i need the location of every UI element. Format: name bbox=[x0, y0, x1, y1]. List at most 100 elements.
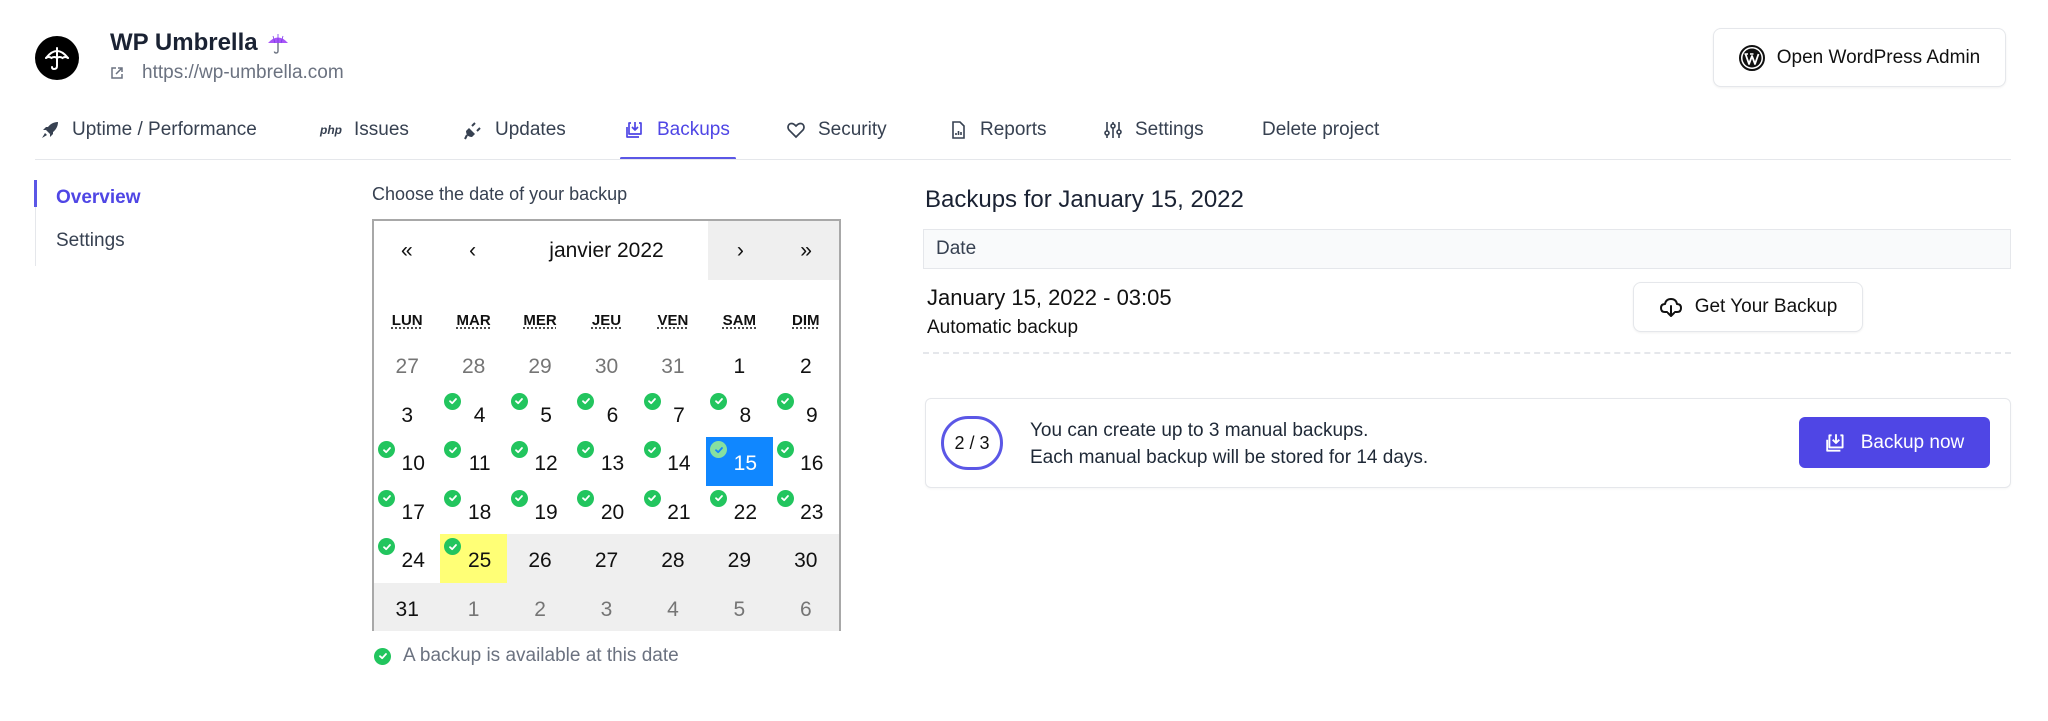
column-header-date: Date bbox=[936, 238, 977, 259]
calendar-day[interactable]: 11 bbox=[440, 437, 506, 486]
check-circle-icon bbox=[776, 441, 794, 458]
calendar-day[interactable]: 16 bbox=[773, 437, 839, 486]
calendar-day[interactable]: 28 bbox=[639, 534, 707, 583]
check-circle-icon bbox=[444, 441, 462, 458]
calendar-day-number: 27 bbox=[395, 355, 419, 379]
sidebar-item-settings[interactable]: Settings bbox=[36, 223, 235, 266]
tab-backups[interactable]: Backups bbox=[620, 100, 736, 160]
calendar-day[interactable]: 24 bbox=[374, 534, 440, 583]
calendar-day[interactable]: 3 bbox=[374, 389, 440, 438]
calendar-day[interactable]: 20 bbox=[573, 486, 639, 535]
calendar-day[interactable]: 7 bbox=[640, 389, 706, 438]
calendar-day-number: 26 bbox=[528, 549, 552, 573]
calendar-day-number: 1 bbox=[467, 597, 480, 621]
next-month-button[interactable]: › bbox=[707, 221, 774, 280]
plug-icon bbox=[464, 121, 481, 139]
calendar-day-number: 23 bbox=[800, 500, 824, 524]
calendar-day[interactable]: 29 bbox=[507, 340, 573, 389]
calendar-day[interactable]: 12 bbox=[507, 437, 573, 486]
calendar-day-number: 2 bbox=[534, 597, 546, 621]
calendar-day[interactable]: 26 bbox=[506, 534, 574, 583]
calendar-day[interactable]: 3 bbox=[573, 582, 640, 631]
backup-type: Automatic backup bbox=[927, 317, 1079, 338]
tab-security[interactable]: Security bbox=[786, 100, 887, 159]
calendar-day-selected[interactable]: 15 bbox=[706, 437, 773, 486]
calendar-day[interactable]: 14 bbox=[640, 437, 706, 486]
calendar-day-number: 28 bbox=[661, 549, 685, 573]
calendar-day-number: 15 bbox=[733, 452, 758, 476]
previous-month-button[interactable]: ‹ bbox=[440, 221, 506, 280]
backup-icon bbox=[1825, 433, 1844, 452]
get-your-backup-button[interactable]: Get Your Backup bbox=[1633, 282, 1863, 332]
calendar-day[interactable]: 31 bbox=[374, 582, 441, 631]
calendar-day[interactable]: 4 bbox=[639, 582, 707, 631]
calendar-day[interactable]: 28 bbox=[440, 340, 506, 389]
calendar-day[interactable]: 18 bbox=[440, 486, 506, 535]
manual-backup-card: 2 / 3 You can create up to 3 manual back… bbox=[925, 398, 2011, 488]
rocket-icon bbox=[42, 121, 58, 138]
calendar-day-number: 16 bbox=[800, 452, 824, 476]
tab-reports[interactable]: Reports bbox=[948, 100, 1047, 159]
calendar-day[interactable]: 5 bbox=[507, 389, 573, 438]
check-circle-icon bbox=[510, 441, 528, 458]
month-label[interactable]: janvier 2022 bbox=[505, 221, 707, 280]
calendar-day-number: 14 bbox=[667, 452, 691, 476]
backup-now-button[interactable]: Backup now bbox=[1799, 417, 1990, 468]
calendar-day-number: 2 bbox=[799, 355, 812, 379]
calendar-day[interactable]: 1 bbox=[706, 340, 772, 389]
last-month-button[interactable]: » bbox=[773, 221, 839, 280]
tab-updates[interactable]: Updates bbox=[463, 100, 566, 159]
weekday-header: LUN MAR MER JEU VEN SAM DIM bbox=[374, 280, 839, 340]
calendar-day[interactable]: 8 bbox=[706, 389, 772, 438]
backup-calendar: « ‹ janvier 2022 › » LUN MAR MER JEU VEN… bbox=[372, 219, 841, 631]
calendar-day[interactable]: 23 bbox=[773, 486, 839, 535]
calendar-day[interactable]: 29 bbox=[706, 534, 773, 583]
calendar-day[interactable]: 4 bbox=[440, 389, 506, 438]
calendar-day-today[interactable]: 25 bbox=[440, 534, 507, 583]
first-month-button[interactable]: « bbox=[374, 221, 440, 280]
calendar-day[interactable]: 10 bbox=[374, 437, 440, 486]
check-circle-icon bbox=[510, 392, 528, 410]
tab-delete-project[interactable]: Delete project bbox=[1262, 100, 1379, 159]
project-url-text[interactable]: https://wp-umbrella.com bbox=[142, 62, 344, 84]
backup-date: January 15, 2022 - 03:05 bbox=[927, 285, 1172, 310]
calendar-day[interactable]: 9 bbox=[773, 389, 839, 438]
calendar-day[interactable]: 17 bbox=[374, 486, 440, 535]
php-icon: php bbox=[320, 122, 342, 137]
tab-settings[interactable]: Settings bbox=[1103, 100, 1204, 159]
check-circle-icon bbox=[378, 489, 395, 507]
calendar-day[interactable]: 30 bbox=[573, 340, 639, 389]
tab-label: Backups bbox=[657, 118, 730, 140]
calendar-day[interactable]: 31 bbox=[640, 340, 706, 389]
tab-issues[interactable]: php Issues bbox=[320, 100, 409, 159]
calendar-label: Choose the date of your backup bbox=[372, 184, 628, 204]
calendar-day[interactable]: 21 bbox=[640, 486, 706, 535]
calendar-day-number: 29 bbox=[528, 355, 552, 379]
open-wordpress-admin-button[interactable]: Open WordPress Admin bbox=[1713, 28, 2006, 87]
calendar-day[interactable]: 27 bbox=[374, 340, 440, 389]
calendar-day[interactable]: 30 bbox=[772, 534, 839, 583]
calendar-day-number: 4 bbox=[667, 597, 679, 621]
calendar-day-number: 11 bbox=[468, 452, 491, 476]
tab-label: Security bbox=[818, 118, 887, 140]
check-circle-icon bbox=[710, 392, 728, 410]
calendar-day[interactable]: 6 bbox=[772, 582, 839, 631]
calendar-day[interactable]: 5 bbox=[706, 582, 773, 631]
calendar-day[interactable]: 2 bbox=[506, 582, 574, 631]
calendar-day[interactable]: 1 bbox=[440, 582, 507, 631]
calendar-day[interactable]: 2 bbox=[773, 340, 839, 389]
calendar-days: 27 28 29 30 31 1 2 3 4 5 6 7 8 9 10 11 12 13 14 15 16 17 18 19 2… bbox=[374, 340, 839, 631]
calendar-day[interactable]: 19 bbox=[507, 486, 573, 535]
calendar-day[interactable]: 27 bbox=[573, 534, 640, 583]
calendar-day-number: 31 bbox=[661, 355, 685, 379]
tab-uptime-performance[interactable]: Uptime / Performance bbox=[40, 100, 257, 159]
calendar-day-number: 22 bbox=[733, 500, 758, 524]
sidebar-item-overview[interactable]: Overview bbox=[34, 180, 235, 223]
umbrella-emoji-icon bbox=[267, 34, 288, 54]
calendar-day[interactable]: 22 bbox=[706, 486, 772, 535]
backup-icon bbox=[626, 121, 642, 138]
calendar-day[interactable]: 6 bbox=[573, 389, 639, 438]
calendar-day[interactable]: 13 bbox=[573, 437, 639, 486]
heart-icon bbox=[787, 122, 805, 138]
project-url[interactable]: https://wp-umbrella.com bbox=[110, 62, 344, 84]
